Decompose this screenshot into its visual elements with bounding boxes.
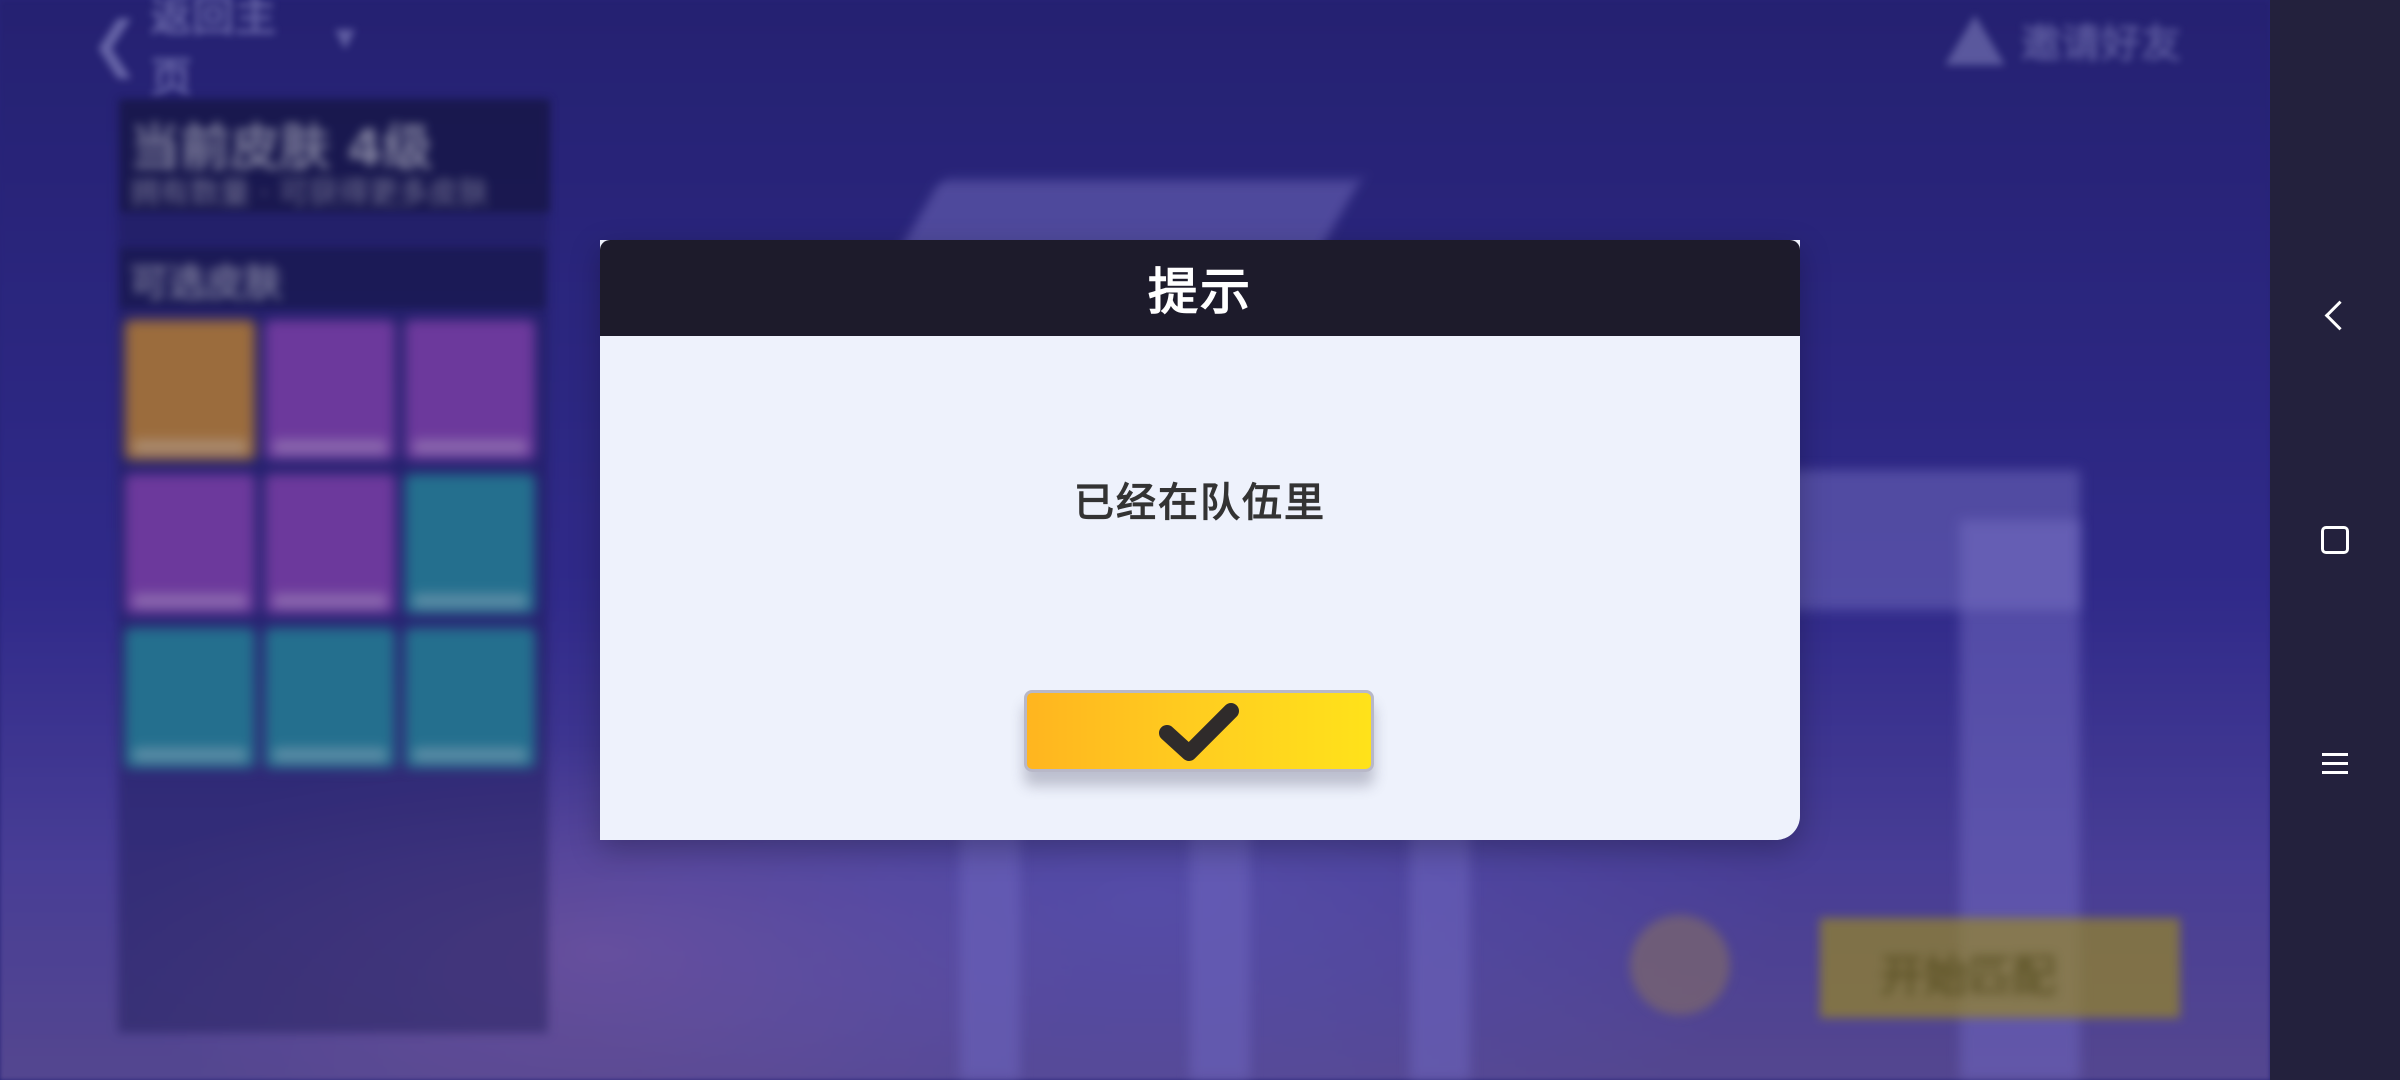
chevron-left-icon xyxy=(2324,300,2354,330)
checkmark-icon xyxy=(1159,703,1239,761)
nav-home-button[interactable] xyxy=(2270,505,2400,575)
square-icon xyxy=(2321,526,2349,554)
dialog-message: 已经在队伍里 xyxy=(1074,480,1326,526)
alert-dialog: 提示 已经在队伍里 xyxy=(600,240,1800,840)
confirm-button[interactable] xyxy=(1024,690,1374,772)
screen: ❮ 返回主页 ▾ 邀请好友 当前皮肤 4级 拥有数量 · 可获得更多皮肤 可选皮… xyxy=(0,0,2400,1080)
nav-back-button[interactable] xyxy=(2270,280,2400,350)
menu-icon xyxy=(2322,747,2348,780)
dialog-title: 提示 xyxy=(1148,263,1252,321)
system-navigation-bar xyxy=(2270,0,2400,1080)
dialog-header: 提示 xyxy=(600,240,1800,336)
nav-menu-button[interactable] xyxy=(2270,728,2400,798)
